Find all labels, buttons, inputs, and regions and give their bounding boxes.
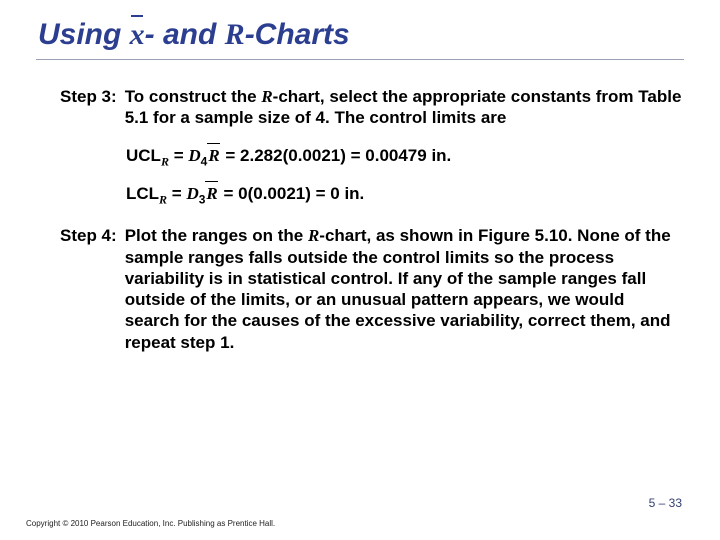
step-4: Step 4: Plot the ranges on the R-chart, … (60, 225, 682, 353)
equation-ucl: UCLR = D4R = 2.282(0.0021) = 0.00479 in. (126, 145, 682, 169)
step-3-label: Step 3: (60, 86, 117, 129)
lcl-name: LCL (126, 184, 159, 203)
lcl-Dsub: 3 (199, 192, 206, 206)
slide: Using x- and R-Charts Step 3: To constru… (0, 0, 720, 540)
lcl-sub: R (159, 192, 167, 206)
ucl-rhs: 2.282(0.0021) = 0.00479 in. (235, 146, 451, 165)
title-pre: Using (38, 18, 130, 51)
lcl-Rbar: R (205, 183, 218, 204)
page-number: 5 – 33 (649, 496, 682, 510)
step3-R: R (261, 87, 272, 106)
title-mid: - and (145, 18, 225, 51)
step-3: Step 3: To construct the R-chart, select… (60, 86, 682, 129)
title-R: R (225, 18, 245, 51)
slide-title: Using x- and R-Charts (36, 18, 684, 51)
lcl-eq2: = (219, 184, 234, 203)
lcl-eq1: = (167, 184, 186, 203)
step3-pre: To construct the (125, 87, 262, 106)
lcl-D: D (186, 184, 198, 203)
ucl-eq1: = (169, 146, 188, 165)
ucl-Rbar: R (207, 145, 220, 166)
lcl-rhs: 0(0.0021) = 0 in. (233, 184, 364, 203)
ucl-name: UCL (126, 146, 161, 165)
step-4-text: Plot the ranges on the R-chart, as shown… (125, 225, 682, 353)
step4-pre: Plot the ranges on the (125, 226, 308, 245)
step4-R: R (308, 226, 319, 245)
step-3-text: To construct the R-chart, select the app… (125, 86, 682, 129)
ucl-D: D (188, 146, 200, 165)
xbar-symbol: x (130, 18, 145, 51)
ucl-eq2: = (221, 146, 236, 165)
title-post: -Charts (245, 18, 350, 51)
copyright: Copyright © 2010 Pearson Education, Inc.… (26, 519, 275, 528)
ucl-sub: R (161, 154, 169, 168)
ucl-Dsub: 4 (201, 154, 208, 168)
step-4-label: Step 4: (60, 225, 117, 353)
equation-lcl: LCLR = D3R = 0(0.0021) = 0 in. (126, 183, 682, 207)
equations: UCLR = D4R = 2.282(0.0021) = 0.00479 in.… (126, 145, 682, 208)
slide-body: Step 3: To construct the R-chart, select… (36, 60, 684, 353)
